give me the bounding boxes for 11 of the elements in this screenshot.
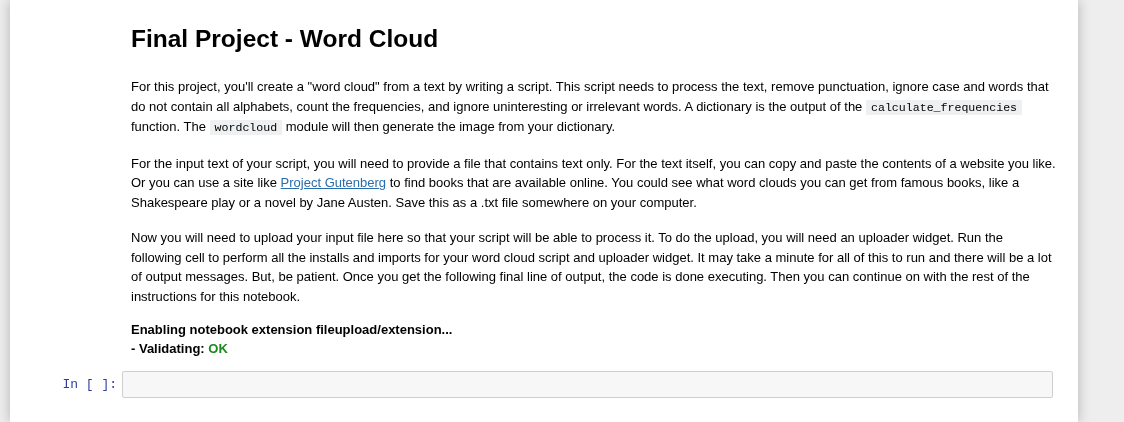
code-cell-input[interactable]	[122, 371, 1053, 398]
inline-code: wordcloud	[209, 120, 283, 135]
inline-code: calculate_frequencies	[865, 99, 1023, 115]
paragraph: Now you will need to upload your input file here so that your script will be able to process it. To do the upload, you will need an uploader widget. Run the following cell to perform all the installs and imports for your word cloud script and uploader widget. It may take a minute for all of this to run and there will be a lot of output messages. But, be patient. Once you get the following final line of output, the code is done executing. Then you can continue on with the rest of the instructions for this notebook.	[131, 229, 1053, 306]
paragraph: For this project, you'll create a "word cloud" from a text by writing a script. This script needs to process the text, remove punctuation, ignore case and words that do not contain all alphabets, count the frequencies, and ignore uninteresting or irrelevant words. A dictionary is the output of the calculate_frequencies function. The wordcloud module will then generate the image from your dictionary.	[131, 78, 1050, 137]
output-line: - Validating: OK	[131, 341, 228, 356]
output-line: Enabling notebook extension fileupload/extension...	[131, 322, 453, 337]
notebook-heading: Final Project - Word Cloud	[131, 24, 439, 54]
input-prompt: In [ ]:	[61, 377, 118, 392]
text-link[interactable]: Project Gutenberg	[280, 175, 387, 190]
paragraph: For the input text of your script, you will need to provide a file that contains text only. For the text itself, you can copy and paste the contents of a website you like. Or you can use a site like Project Gutenberg to find books that are available online. You could see what word clouds you can get from famous books, like a Shakespeare play or a novel by Jane Austen. Save this as a .txt file somewhere on your computer.	[131, 154, 1056, 212]
